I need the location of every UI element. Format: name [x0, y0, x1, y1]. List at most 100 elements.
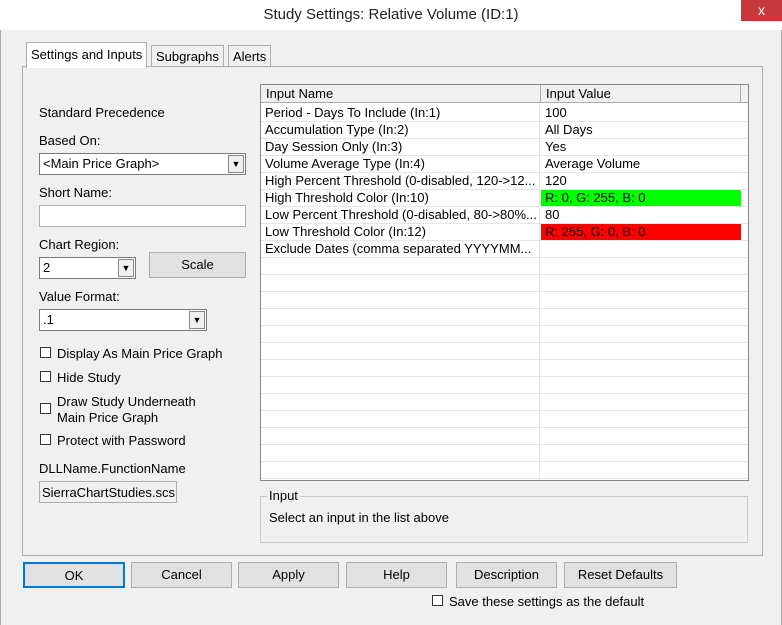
- description-button[interactable]: Description: [456, 562, 557, 588]
- input-value-cell[interactable]: [541, 275, 741, 291]
- input-value-cell[interactable]: R: 255, G: 0, B: 0: [541, 224, 741, 240]
- based-on-select[interactable]: <Main Price Graph> ▼: [39, 153, 246, 175]
- input-value-cell[interactable]: [541, 309, 741, 325]
- table-row[interactable]: Period - Days To Include (In:1) 100: [261, 105, 748, 122]
- table-row[interactable]: Accumulation Type (In:2) All Days: [261, 122, 748, 139]
- help-button[interactable]: Help: [346, 562, 447, 588]
- cancel-button[interactable]: Cancel: [131, 562, 232, 588]
- input-value-cell[interactable]: All Days: [541, 122, 741, 138]
- input-name-cell[interactable]: [261, 377, 540, 393]
- input-value-cell[interactable]: 80: [541, 207, 741, 223]
- display-as-main-checkbox[interactable]: [40, 347, 51, 358]
- input-name-cell[interactable]: Accumulation Type (In:2): [261, 122, 540, 138]
- table-row[interactable]: Low Percent Threshold (0-disabled, 80->8…: [261, 207, 748, 224]
- table-row[interactable]: Exclude Dates (comma separated YYYYMM...: [261, 241, 748, 258]
- input-value-cell[interactable]: Yes: [541, 139, 741, 155]
- ok-button[interactable]: OK: [23, 562, 125, 588]
- precedence-label: Standard Precedence: [39, 105, 165, 120]
- inputs-grid: Input Name Input Value Period - Days To …: [260, 84, 749, 481]
- table-row[interactable]: [261, 377, 748, 394]
- table-row[interactable]: High Percent Threshold (0-disabled, 120-…: [261, 173, 748, 190]
- input-name-cell[interactable]: [261, 428, 540, 444]
- table-row[interactable]: [261, 360, 748, 377]
- input-name-cell[interactable]: [261, 360, 540, 376]
- header-input-value[interactable]: Input Value: [541, 85, 741, 103]
- hide-study-checkbox[interactable]: [40, 371, 51, 382]
- table-row[interactable]: Low Threshold Color (In:12) R: 255, G: 0,…: [261, 224, 748, 241]
- save-default-checkbox[interactable]: [432, 595, 443, 606]
- table-row[interactable]: [261, 462, 748, 479]
- input-name-cell[interactable]: [261, 309, 540, 325]
- chevron-down-icon: ▼: [189, 311, 205, 329]
- input-value-cell[interactable]: [541, 258, 741, 274]
- input-name-cell[interactable]: Day Session Only (In:3): [261, 139, 540, 155]
- input-value-cell[interactable]: [541, 326, 741, 342]
- input-value-cell[interactable]: [541, 462, 741, 478]
- input-name-cell[interactable]: High Threshold Color (In:10): [261, 190, 540, 206]
- input-name-cell[interactable]: [261, 292, 540, 308]
- input-group-title: Input: [267, 488, 300, 503]
- input-value-cell[interactable]: [541, 394, 741, 410]
- table-row[interactable]: [261, 428, 748, 445]
- value-format-select[interactable]: .1 ▼: [39, 309, 207, 331]
- input-name-cell[interactable]: Period - Days To Include (In:1): [261, 105, 540, 121]
- table-row[interactable]: [261, 326, 748, 343]
- input-name-cell[interactable]: Volume Average Type (In:4): [261, 156, 540, 172]
- input-name-cell[interactable]: [261, 394, 540, 410]
- input-name-cell[interactable]: [261, 411, 540, 427]
- input-value-cell[interactable]: [541, 377, 741, 393]
- table-row[interactable]: [261, 411, 748, 428]
- input-value-cell[interactable]: [541, 241, 741, 257]
- protect-password-checkbox[interactable]: [40, 434, 51, 445]
- chart-region-value: 2: [43, 260, 51, 275]
- value-format-value: .1: [43, 312, 54, 327]
- input-name-cell[interactable]: [261, 326, 540, 342]
- input-value-cell[interactable]: [541, 411, 741, 427]
- input-name-cell[interactable]: [261, 343, 540, 359]
- input-value-cell[interactable]: [541, 445, 741, 461]
- title-bar: Study Settings: Relative Volume (ID:1): [0, 0, 782, 30]
- input-name-cell[interactable]: Low Threshold Color (In:12): [261, 224, 540, 240]
- table-row[interactable]: [261, 258, 748, 275]
- tab-subgraphs[interactable]: Subgraphs: [151, 45, 224, 67]
- table-row[interactable]: [261, 445, 748, 462]
- chevron-down-icon: ▼: [228, 155, 244, 173]
- chart-region-select[interactable]: 2 ▼: [39, 257, 136, 279]
- input-value-cell[interactable]: 100: [541, 105, 741, 121]
- input-name-cell[interactable]: [261, 258, 540, 274]
- short-name-input[interactable]: [39, 205, 246, 227]
- input-value-cell[interactable]: [541, 428, 741, 444]
- input-value-cell[interactable]: [541, 292, 741, 308]
- table-row[interactable]: [261, 309, 748, 326]
- reset-defaults-button[interactable]: Reset Defaults: [564, 562, 677, 588]
- header-input-name[interactable]: Input Name: [261, 85, 541, 103]
- draw-underneath-checkbox[interactable]: [40, 403, 51, 414]
- table-row[interactable]: [261, 394, 748, 411]
- table-row[interactable]: [261, 275, 748, 292]
- based-on-value: <Main Price Graph>: [43, 156, 160, 171]
- chevron-down-icon: ▼: [118, 259, 134, 277]
- scale-button[interactable]: Scale: [149, 252, 246, 278]
- input-value-cell[interactable]: [541, 343, 741, 359]
- input-value-cell[interactable]: Average Volume: [541, 156, 741, 172]
- close-button[interactable]: x: [741, 0, 782, 21]
- input-value-cell[interactable]: [541, 360, 741, 376]
- input-name-cell[interactable]: [261, 445, 540, 461]
- short-name-label: Short Name:: [39, 185, 112, 200]
- table-row[interactable]: Volume Average Type (In:4) Average Volume: [261, 156, 748, 173]
- apply-button[interactable]: Apply: [238, 562, 339, 588]
- input-value-cell[interactable]: 120: [541, 173, 741, 189]
- tab-alerts[interactable]: Alerts: [228, 45, 272, 67]
- table-row[interactable]: Day Session Only (In:3) Yes: [261, 139, 748, 156]
- tab-settings-and-inputs[interactable]: Settings and Inputs: [26, 42, 148, 68]
- input-name-cell[interactable]: Exclude Dates (comma separated YYYYMM...: [261, 241, 540, 257]
- dll-input[interactable]: SierraChartStudies.scs: [39, 481, 177, 503]
- table-row[interactable]: High Threshold Color (In:10) R: 0, G: 255…: [261, 190, 748, 207]
- input-name-cell[interactable]: Low Percent Threshold (0-disabled, 80->8…: [261, 207, 540, 223]
- table-row[interactable]: [261, 343, 748, 360]
- input-name-cell[interactable]: [261, 462, 540, 478]
- table-row[interactable]: [261, 292, 748, 309]
- input-name-cell[interactable]: High Percent Threshold (0-disabled, 120-…: [261, 173, 540, 189]
- input-name-cell[interactable]: [261, 275, 540, 291]
- input-value-cell[interactable]: R: 0, G: 255, B: 0: [541, 190, 741, 206]
